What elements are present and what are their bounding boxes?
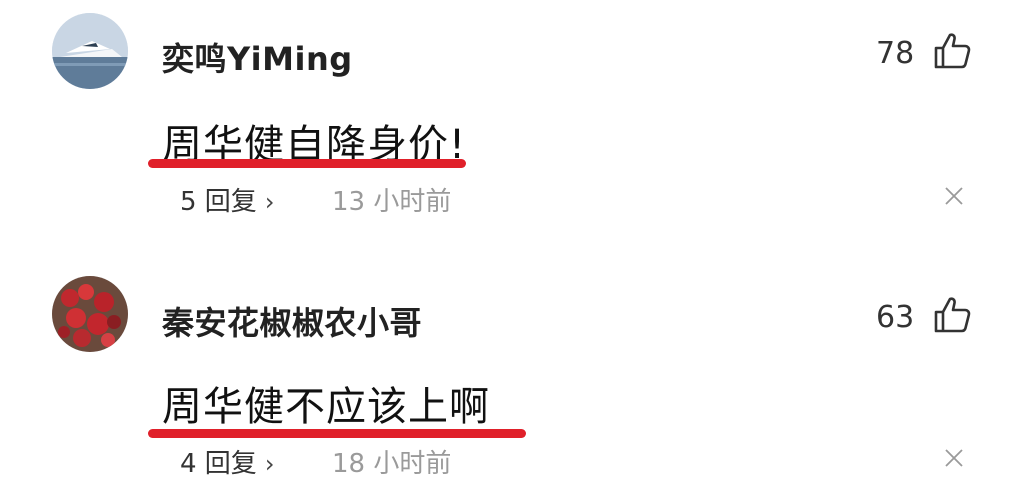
pepper-avatar-icon [52, 276, 128, 352]
username[interactable]: 秦安花椒椒农小哥 [162, 298, 422, 344]
thumbs-up-icon[interactable] [932, 31, 972, 71]
close-icon[interactable] [943, 447, 965, 469]
chevron-right-icon: › [264, 188, 275, 216]
close-icon[interactable] [943, 185, 965, 207]
username[interactable]: 奕鸣YiMing [162, 34, 353, 80]
timestamp: 13 小时前 [332, 187, 452, 217]
avatar[interactable] [52, 276, 128, 352]
replies-link[interactable]: 5 回复 › [180, 181, 274, 218]
chevron-right-icon: › [264, 450, 275, 478]
replies-link[interactable]: 4 回复 › [180, 443, 274, 480]
highlight-underline [148, 159, 466, 168]
timestamp: 18 小时前 [332, 449, 452, 479]
highlight-underline [148, 429, 526, 438]
comment-text: 周华健不应该上啊 [162, 384, 490, 430]
replies-count: 5 回复 [180, 187, 257, 217]
avatar[interactable] [52, 13, 128, 89]
thumbs-up-icon[interactable] [932, 295, 972, 335]
like-count: 63 [876, 300, 915, 335]
replies-count: 4 回复 [180, 449, 257, 479]
like-count: 78 [876, 36, 915, 71]
boat-avatar-icon [52, 13, 128, 89]
